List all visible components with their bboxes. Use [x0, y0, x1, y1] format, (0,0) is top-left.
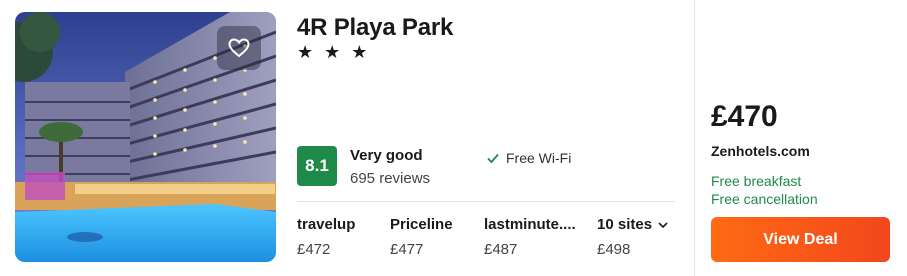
- best-price: £470: [711, 100, 778, 133]
- site-name: Priceline: [390, 216, 453, 233]
- site-offer-priceline[interactable]: Priceline £477: [390, 216, 453, 258]
- site-price: £477: [390, 241, 424, 258]
- rating-label: Very good: [350, 147, 423, 164]
- perk-free-cancellation: Free cancellation: [711, 191, 818, 207]
- amenity-label: Free Wi-Fi: [506, 150, 572, 166]
- more-sites-dropdown[interactable]: 10 sites £498: [597, 216, 668, 258]
- perk-free-breakfast: Free breakfast: [711, 173, 802, 189]
- site-offer-lastminute[interactable]: lastminute.... £487: [484, 216, 576, 258]
- site-name: lastminute....: [484, 216, 576, 233]
- view-deal-button[interactable]: View Deal: [711, 217, 890, 262]
- hotel-photo[interactable]: [15, 12, 276, 262]
- favorite-button[interactable]: [217, 26, 261, 70]
- hotel-name[interactable]: 4R Playa Park: [297, 14, 453, 42]
- deal-provider: Zenhotels.com: [711, 143, 810, 159]
- heart-icon: [228, 38, 250, 58]
- site-price: £472: [297, 241, 331, 258]
- hotel-result-card: 4R Playa Park ★ ★ ★ 8.1 Very good 695 re…: [0, 0, 907, 276]
- more-sites-label: 10 sites: [597, 216, 653, 233]
- amenity-item: Free Wi-Fi: [486, 150, 571, 166]
- review-count[interactable]: 695 reviews: [350, 170, 430, 187]
- chevron-down-icon: [658, 221, 668, 228]
- rating-score-badge: 8.1: [297, 146, 337, 186]
- site-offer-travelup[interactable]: travelup £472: [297, 216, 355, 258]
- column-divider: [694, 0, 695, 276]
- site-price: £487: [484, 241, 518, 258]
- check-icon: [487, 153, 499, 164]
- site-name: travelup: [297, 216, 356, 233]
- site-price: £498: [597, 241, 631, 258]
- star-rating: ★ ★ ★: [297, 42, 371, 62]
- divider: [297, 201, 675, 202]
